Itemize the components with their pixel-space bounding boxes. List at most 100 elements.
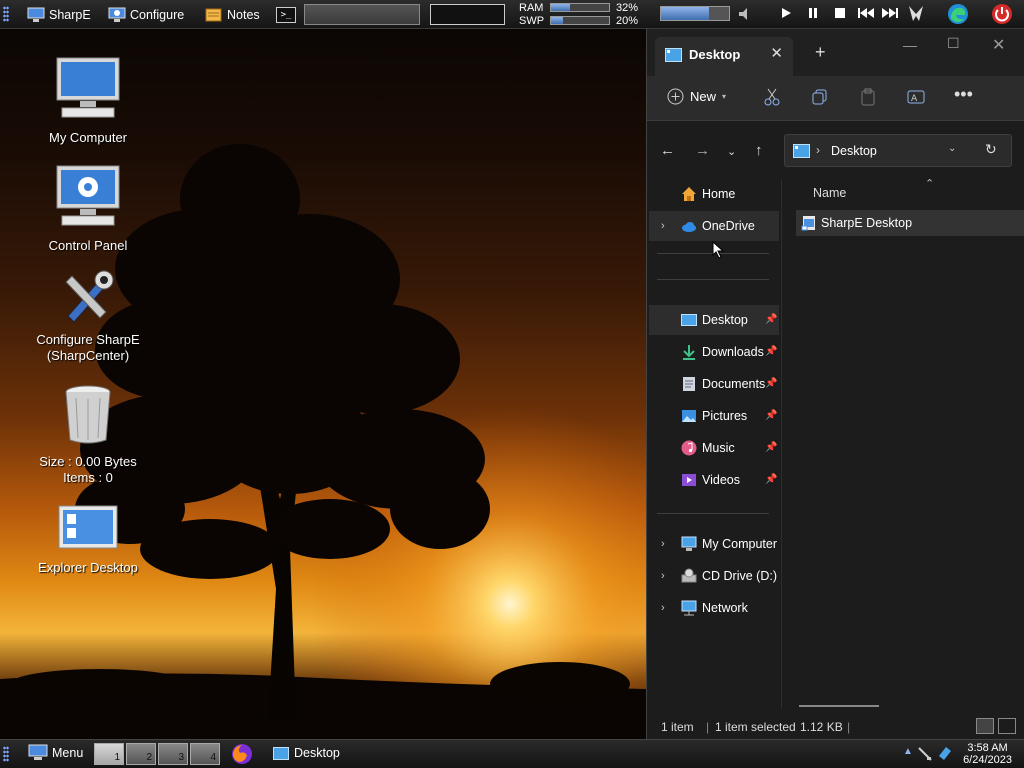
pause-icon[interactable] [807,7,819,19]
task-desktop-explorer[interactable]: Desktop [273,746,340,760]
nav-label: Music [702,441,735,455]
expand-chevron-icon[interactable]: › [661,602,665,614]
address-dropdown-icon[interactable]: ⌄ [948,143,956,154]
previous-track-icon[interactable] [857,7,875,19]
desktop-icon-my-computer[interactable]: My Computer [13,56,163,146]
nav-item-my-computer[interactable]: › My Computer [649,529,779,559]
pin-icon[interactable]: 📌 [765,346,777,357]
status-divider: | [706,720,710,734]
nav-item-onedrive[interactable]: › OneDrive [649,211,779,241]
nav-item-music[interactable]: Music 📌 [649,433,779,463]
selected-size: 1.12 KB [800,720,843,734]
task-slot[interactable] [304,4,420,25]
back-arrow-icon[interactable]: ← [660,142,675,159]
nav-label: Desktop [702,313,748,327]
nav-label: Pictures [702,409,748,423]
nav-item-home[interactable]: Home [649,179,779,209]
firefox-icon[interactable] [231,743,253,765]
command-input[interactable] [430,4,505,25]
desktop-icon-label: Configure SharpE [36,332,140,347]
monitor-icon [27,7,45,22]
close-window-icon[interactable]: ✕ [992,35,1005,55]
expand-chevron-icon[interactable]: › [661,570,665,582]
desktop-icon-explorer-desktop[interactable]: Explorer Desktop [13,504,163,576]
desktop-icon-control-panel[interactable]: Control Panel [13,164,163,254]
panel-grip-icon[interactable] [3,746,9,762]
expand-chevron-icon[interactable]: › [661,538,665,550]
copy-icon[interactable] [811,88,829,106]
pin-icon[interactable]: 📌 [765,378,777,389]
forward-arrow-icon[interactable]: → [695,142,710,159]
trash-bin-icon [65,385,111,444]
workspace-2[interactable]: 2 [126,743,156,765]
volume-slider[interactable] [660,6,730,21]
nav-item-desktop[interactable]: Desktop 📌 [649,305,779,335]
winamp-icon[interactable] [906,4,926,25]
workspace-number: 2 [146,752,152,763]
stop-icon[interactable] [834,7,846,19]
nav-item-downloads[interactable]: Downloads 📌 [649,337,779,367]
nav-item-network[interactable]: › Network [649,593,779,623]
desktop-icon-recycle-bin[interactable]: Size : 0.00 Bytes Items : 0 [13,384,163,486]
speaker-icon[interactable] [737,7,753,21]
workspace-number: 1 [114,752,120,763]
pin-icon[interactable]: 📌 [765,442,777,453]
expand-chevron-icon[interactable]: › [661,220,665,232]
nav-label: CD Drive (D:) [702,569,777,583]
address-box[interactable]: › Desktop ⌄ [784,134,1012,167]
up-arrow-icon[interactable]: ↑ [755,142,763,159]
terminal-button[interactable]: >_ [276,4,296,25]
clock[interactable]: 3:58 AM 6/24/2023 [963,742,1012,766]
nav-label: Home [702,187,736,201]
breadcrumb-desktop[interactable]: Desktop [831,144,877,158]
pin-icon[interactable]: 📌 [765,314,777,325]
new-button[interactable]: New ▾ [667,88,726,105]
nav-item-cd-drive[interactable]: › CD Drive (D:) [649,561,779,591]
recent-locations-chevron-icon[interactable]: ⌄ [727,145,736,158]
horizontal-scrollbar[interactable] [799,705,879,707]
workspace-1[interactable]: 1 [94,743,124,765]
power-icon[interactable] [991,3,1013,25]
ram-percent: 32% [616,2,639,14]
nav-item-pictures[interactable]: Pictures 📌 [649,401,779,431]
swp-label: SWP [519,15,545,27]
workspace-3[interactable]: 3 [158,743,188,765]
workspace-4[interactable]: 4 [190,743,220,765]
column-header-name[interactable]: Name [813,186,846,200]
explorer-toolbar: New ▾ A ••• [647,76,1024,121]
pin-icon[interactable]: 📌 [765,410,777,421]
pin-icon[interactable]: 📌 [765,474,777,485]
paste-icon[interactable] [859,88,877,106]
sharpe-menu-button[interactable]: SharpE [27,4,91,25]
terminal-icon: >_ [276,6,296,23]
pictures-icon [682,410,696,422]
tiles-view-icon[interactable] [998,718,1016,734]
cut-icon[interactable] [763,88,781,106]
tab-desktop[interactable]: Desktop ✕ [655,37,793,76]
more-options-icon[interactable]: ••• [954,84,973,105]
minimize-icon[interactable]: — [903,37,917,53]
nav-item-videos[interactable]: Videos 📌 [649,465,779,495]
file-row[interactable]: SharpE Desktop [796,210,1024,236]
new-tab-icon[interactable]: + [815,42,826,63]
details-view-icon[interactable] [976,718,994,734]
mouse-cursor-icon [712,241,724,259]
desktop-icon-configure-sharpe[interactable]: Configure SharpE (SharpCenter) [13,268,163,364]
panel-grip-icon[interactable] [3,6,9,22]
rename-icon[interactable]: A [907,88,925,106]
close-tab-icon[interactable]: ✕ [770,44,783,62]
network-tray-icon[interactable] [918,747,932,761]
download-arrow-icon [683,345,695,360]
desktop-folder-icon [681,314,697,326]
display-tray-icon[interactable] [936,746,952,761]
play-icon[interactable] [780,7,792,19]
notes-button[interactable]: Notes [205,4,260,25]
tray-expand-icon[interactable]: ▲ [903,746,913,757]
next-track-icon[interactable] [881,7,899,19]
configure-button[interactable]: Configure [108,4,184,25]
refresh-icon[interactable]: ↻ [985,141,997,158]
start-menu-button[interactable]: Menu [28,744,83,761]
nav-item-documents[interactable]: Documents 📌 [649,369,779,399]
maximize-icon[interactable]: ☐ [947,35,960,52]
edge-browser-icon[interactable] [947,3,969,25]
